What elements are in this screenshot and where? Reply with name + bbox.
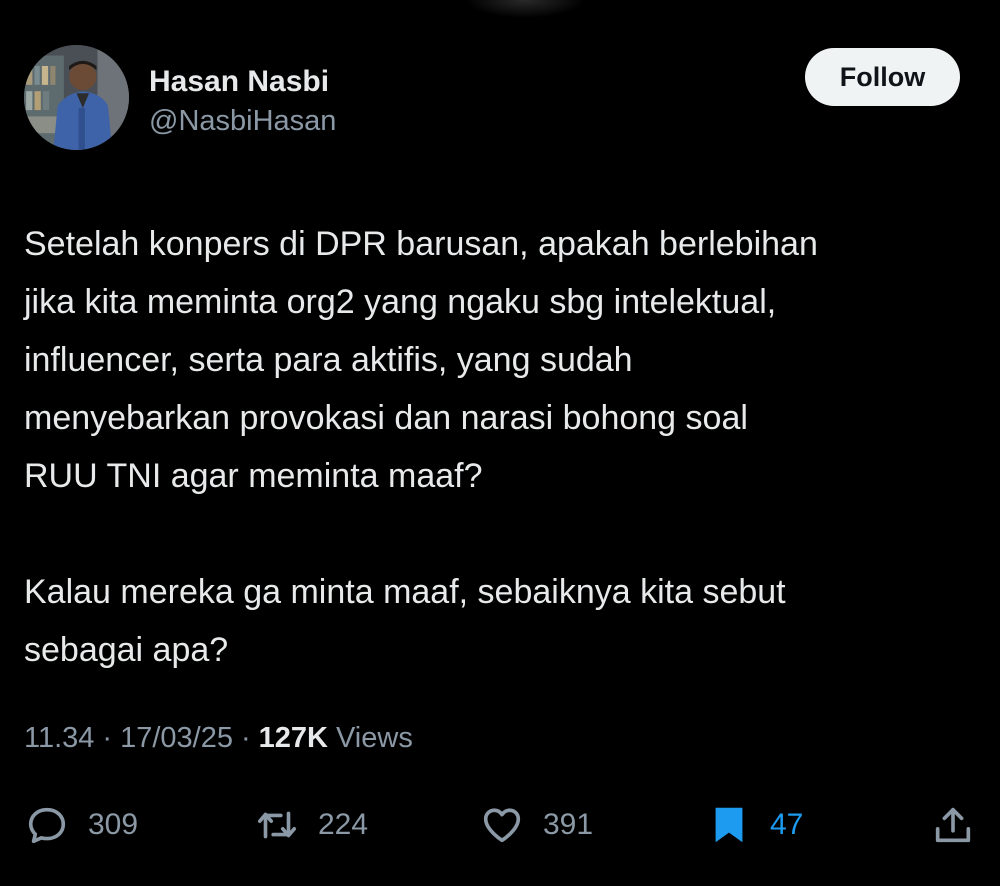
tweet-line: menyebarkan provokasi dan narasi bohong … [24, 399, 748, 437]
bookmark-icon [715, 807, 743, 843]
reply-button[interactable]: 309 [24, 795, 138, 855]
heart-icon [483, 808, 521, 843]
avatar-photo [24, 45, 129, 150]
bookmark-button[interactable]: 47 [706, 795, 803, 855]
user-handle[interactable]: @NasbiHasan [149, 105, 336, 138]
tweet-line: sebagai apa? [24, 631, 229, 669]
tweet-line: jika kita meminta org2 yang ngaku sbg in… [24, 283, 777, 321]
avatar[interactable] [24, 45, 129, 150]
views-label[interactable]: Views [336, 722, 413, 755]
like-button[interactable]: 391 [479, 795, 593, 855]
reply-icon [28, 807, 66, 844]
reply-count: 309 [88, 808, 139, 841]
meta-separator: · [102, 722, 113, 754]
share-icon [935, 807, 971, 843]
meta-separator: · [240, 722, 251, 754]
repost-count: 224 [318, 808, 369, 841]
tweet-date[interactable]: 17/03/25 [120, 722, 233, 755]
tweet-meta: 11.34 · 17/03/25 · 127K Views [24, 722, 413, 755]
repost-icon [257, 811, 297, 839]
tweet-line: Kalau mereka ga minta maaf, sebaiknya ki… [24, 573, 786, 611]
display-name[interactable]: Hasan Nasbi [149, 65, 329, 99]
bookmark-count: 47 [770, 808, 804, 841]
repost-button[interactable]: 224 [254, 795, 368, 855]
tweet-line: RUU TNI agar meminta maaf? [24, 457, 483, 495]
tweet-time[interactable]: 11.34 [24, 722, 94, 755]
views-count[interactable]: 127K [259, 722, 328, 755]
tweet-line: influencer, serta para aktifis, yang sud… [24, 341, 633, 379]
action-bar: 309 224 391 47 [24, 795, 976, 855]
camera-notch [465, 0, 585, 18]
tweet-line: Setelah konpers di DPR barusan, apakah b… [24, 225, 818, 263]
tweet-text: Setelah konpers di DPR barusan, apakah b… [24, 215, 974, 679]
like-count: 391 [543, 808, 594, 841]
tweet-header: Hasan Nasbi @NasbiHasan Follow [24, 45, 960, 155]
follow-button[interactable]: Follow [805, 48, 960, 106]
share-button[interactable] [930, 795, 976, 855]
